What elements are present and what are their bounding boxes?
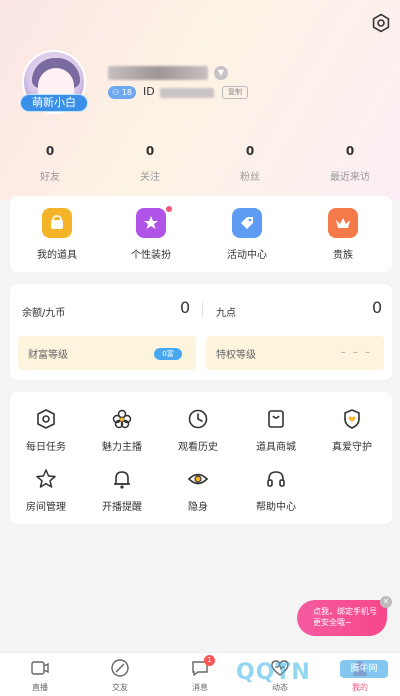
tab-label: 消息	[192, 683, 208, 692]
id-label: ID	[143, 85, 155, 98]
clock-icon	[185, 406, 211, 432]
wealth-level-box[interactable]: 财富等级 0富	[18, 336, 196, 370]
stat-following[interactable]: 0 关注	[110, 144, 190, 183]
flower-icon	[109, 406, 135, 432]
service-label: 隐身	[188, 502, 208, 513]
tool-nobility[interactable]: 贵族	[308, 208, 378, 261]
star-icon	[33, 466, 59, 492]
stat-friends[interactable]: 0 好友	[10, 144, 90, 183]
tab-label: 直播	[32, 683, 48, 692]
tab-label: 我的	[352, 683, 368, 692]
stat-recent-visitors[interactable]: 0 最近来访	[310, 144, 390, 183]
points-value: 0	[372, 298, 383, 317]
shield-heart-icon	[339, 406, 365, 432]
tab-live[interactable]: 直播	[10, 657, 70, 693]
privilege-level-label: 特权等级	[216, 350, 256, 361]
stat-value: 0	[145, 144, 155, 158]
user-level-value: 18	[121, 88, 132, 97]
wealth-level-badge: 0富	[154, 348, 182, 360]
unread-badge: 1	[204, 655, 215, 666]
service-label: 开播提醒	[102, 502, 142, 513]
stat-label: 好友	[40, 172, 60, 183]
service-help-center[interactable]: 帮助中心	[246, 466, 306, 513]
service-charm-host[interactable]: 魅力主播	[92, 406, 152, 453]
balance-value: 0	[180, 298, 191, 317]
service-prop-shop[interactable]: 道具商城	[246, 406, 306, 453]
close-icon[interactable]: ✕	[380, 596, 392, 608]
avatar-badge: 萌新小白	[20, 94, 88, 112]
tool-my-props[interactable]: 我的道具	[22, 208, 92, 261]
divider	[202, 302, 203, 318]
settings-button[interactable]	[370, 12, 392, 34]
service-label: 道具商城	[256, 442, 296, 453]
shop-icon	[263, 406, 289, 432]
stat-fans[interactable]: 0 粉丝	[210, 144, 290, 183]
stat-value: 0	[245, 144, 255, 158]
bell-icon	[109, 466, 135, 492]
privilege-level-value: – – –	[340, 347, 372, 358]
service-label: 魅力主播	[102, 442, 142, 453]
service-live-reminder[interactable]: 开播提醒	[92, 466, 152, 513]
service-invisible[interactable]: 隐身	[168, 466, 228, 513]
tab-label: 交友	[112, 683, 128, 692]
tab-messages[interactable]: 1 消息	[170, 655, 230, 693]
bind-phone-promo[interactable]: 点我，绑定手机号更安全哦~	[297, 600, 387, 636]
gear-icon	[372, 13, 390, 33]
new-dot	[166, 206, 172, 212]
stat-label: 粉丝	[240, 172, 260, 183]
tool-label: 贵族	[333, 250, 353, 261]
service-room-management[interactable]: 房间管理	[16, 466, 76, 513]
event-icon	[232, 208, 262, 238]
user-level-badge: ⚇ 18	[108, 86, 136, 99]
tool-event-center[interactable]: 活动中心	[212, 208, 282, 261]
service-label: 观看历史	[178, 442, 218, 453]
stat-value: 0	[345, 144, 355, 158]
task-icon	[33, 406, 59, 432]
service-watch-history[interactable]: 观看历史	[168, 406, 228, 453]
headset-icon	[263, 466, 289, 492]
friends-icon	[109, 657, 131, 679]
tool-label: 我的道具	[37, 250, 77, 261]
stat-label: 关注	[140, 172, 160, 183]
privilege-level-box[interactable]: 特权等级 – – –	[206, 336, 384, 370]
dressup-icon	[136, 208, 166, 238]
balance-label: 余额/九币	[22, 308, 66, 319]
level-icon: ⚇	[112, 88, 120, 97]
service-label: 房间管理	[26, 502, 66, 513]
service-true-love-guard[interactable]: 真爱守护	[322, 406, 382, 453]
username-blurred	[108, 66, 208, 80]
tools-card: 我的道具 个性装扮 活动中心 贵族	[10, 196, 392, 272]
chevron-down-icon[interactable]: ▼	[214, 66, 228, 80]
service-label: 帮助中心	[256, 502, 296, 513]
tool-dress-up[interactable]: 个性装扮	[116, 206, 186, 261]
stat-label: 最近来访	[330, 172, 370, 183]
points-label: 九点	[216, 308, 236, 319]
eye-icon	[185, 466, 211, 492]
wealth-level-label: 财富等级	[28, 350, 68, 361]
services-card: 每日任务 魅力主播 观看历史 道具商城 真爱守护 房间管理 开播提醒 隐身 帮助…	[10, 392, 392, 524]
tab-friends[interactable]: 交友	[90, 657, 150, 693]
user-id-blurred	[160, 88, 214, 98]
service-label: 真爱守护	[332, 442, 372, 453]
profile-stats: 0 好友 0 关注 0 粉丝 0 最近来访	[0, 144, 400, 184]
service-label: 每日任务	[26, 442, 66, 453]
service-daily-tasks[interactable]: 每日任务	[16, 406, 76, 453]
tool-label: 个性装扮	[131, 250, 171, 261]
stat-value: 0	[45, 144, 55, 158]
copy-id-button[interactable]: 复制	[222, 86, 248, 99]
live-icon	[29, 657, 51, 679]
crown-icon	[328, 208, 358, 238]
watermark-text: QQTN	[236, 660, 311, 685]
watermark-sub: 腾牛网	[340, 660, 388, 678]
prop-icon	[42, 208, 72, 238]
avatar[interactable]: 萌新小白	[20, 50, 88, 114]
wallet-card: 余额/九币 0 九点 0 财富等级 0富 特权等级 – – –	[10, 284, 392, 380]
promo-text: 点我，绑定手机号更安全哦~	[313, 607, 377, 627]
tool-label: 活动中心	[227, 250, 267, 261]
